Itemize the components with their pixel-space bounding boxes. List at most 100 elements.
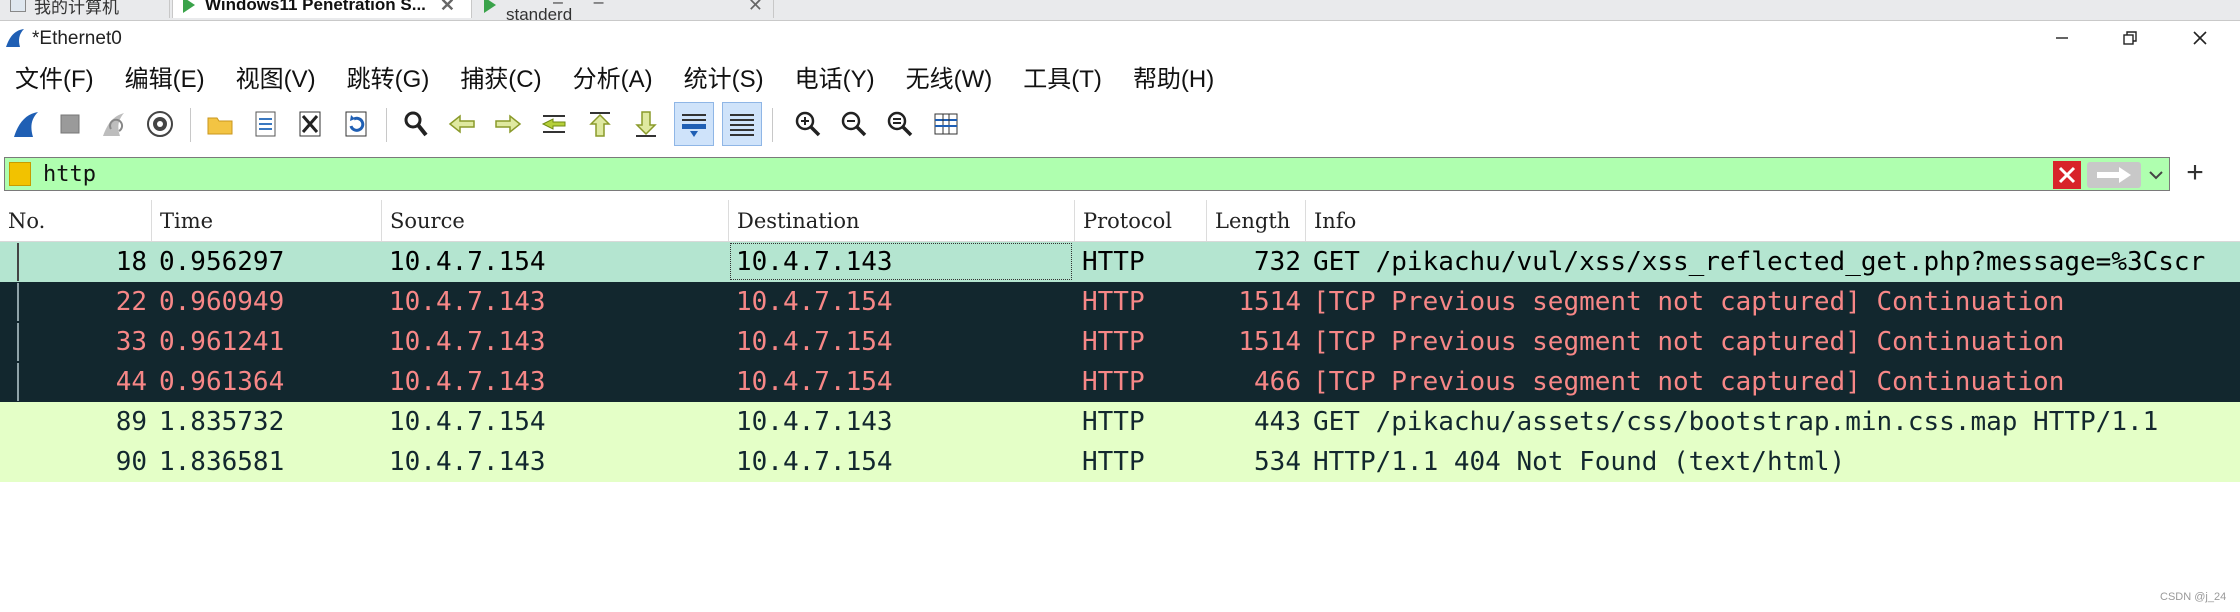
focused-cell-outline — [730, 243, 1072, 280]
go-first-packet-button[interactable] — [580, 102, 620, 146]
menu-help[interactable]: 帮助(H) — [1118, 59, 1230, 94]
restore-button[interactable] — [2100, 21, 2160, 55]
column-header-length[interactable]: Length — [1207, 200, 1306, 241]
reload-file-button[interactable] — [336, 102, 376, 146]
go-forward-button[interactable] — [488, 102, 528, 146]
menu-telephony[interactable]: 电话(Y) — [780, 59, 891, 94]
vm-tab-label: Windows11 Penetration S... — [205, 0, 426, 14]
column-header-source[interactable]: Source — [382, 200, 729, 241]
close-tab-icon[interactable]: ✕ — [748, 0, 763, 16]
filter-history-dropdown[interactable] — [2145, 162, 2167, 188]
vm-running-icon — [183, 0, 195, 13]
chevron-down-icon — [2149, 171, 2163, 180]
packet-info: HTTP/1.1 404 Not Found (text/html) — [1313, 447, 1846, 477]
packet-time: 1.835732 — [159, 407, 285, 437]
column-header-no[interactable]: No. — [0, 200, 152, 241]
zoom-out-icon — [841, 111, 867, 137]
packet-source: 10.4.7.143 — [389, 367, 546, 397]
zoom-normal-button[interactable] — [880, 102, 920, 146]
packet-time: 0.960949 — [159, 287, 285, 317]
column-header-time[interactable]: Time — [152, 200, 382, 241]
menu-view[interactable]: 视图(V) — [221, 59, 332, 94]
menu-bar: 文件(F) 编辑(E) 视图(V) 跳转(G) 捕获(C) 分析(A) 统计(S… — [0, 56, 2240, 96]
autoscroll-icon — [682, 114, 706, 137]
related-packet-marker — [17, 363, 19, 401]
packet-number: 18 — [115, 247, 147, 277]
colorize-toggle[interactable] — [722, 102, 762, 146]
display-filter-input[interactable] — [43, 160, 2033, 188]
find-packet-button[interactable] — [396, 102, 436, 146]
close-file-button[interactable] — [290, 102, 330, 146]
reload-file-icon — [345, 111, 367, 137]
close-tab-icon[interactable]: ✕ — [440, 0, 455, 16]
packet-length: 732 — [1254, 247, 1301, 277]
menu-tools[interactable]: 工具(T) — [1008, 59, 1118, 94]
minimize-button[interactable] — [2032, 21, 2092, 55]
close-icon — [2193, 31, 2207, 45]
menu-wireless[interactable]: 无线(W) — [891, 59, 1009, 94]
column-header-protocol[interactable]: Protocol — [1075, 200, 1207, 241]
capture-options-button[interactable] — [140, 102, 180, 146]
packet-row[interactable]: 89 1.835732 10.4.7.154 10.4.7.143 HTTP 443 GET… — [0, 402, 2240, 442]
go-back-button[interactable] — [442, 102, 482, 146]
start-capture-button[interactable] — [6, 102, 46, 146]
menu-capture[interactable]: 捕获(C) — [445, 59, 557, 94]
packet-source: 10.4.7.143 — [389, 447, 546, 477]
restart-capture-button[interactable] — [94, 102, 134, 146]
packet-protocol: HTTP — [1082, 247, 1145, 277]
zoom-out-button[interactable] — [834, 102, 874, 146]
display-filter-bar — [4, 157, 2170, 191]
vm-tab-windows11[interactable]: Windows11 Penetration S... ✕ — [172, 0, 472, 18]
vm-tab-strip: 我的计算机 Windows11 Penetration S... ✕ serve… — [0, 0, 2240, 21]
packet-list-header: No. Time Source Destination Protocol Len… — [0, 200, 2240, 242]
menu-file[interactable]: 文件(F) — [0, 59, 110, 94]
packet-protocol: HTTP — [1082, 287, 1145, 317]
save-file-icon — [255, 111, 276, 137]
main-toolbar — [0, 98, 2240, 154]
resize-columns-icon — [934, 113, 958, 135]
vm-tab-label: 我的计算机 — [34, 0, 119, 17]
packet-info: GET /pikachu/assets/css/bootstrap.min.cs… — [1313, 407, 2159, 437]
go-forward-icon — [495, 114, 522, 134]
packet-row[interactable]: 33 0.961241 10.4.7.143 10.4.7.154 HTTP 1514 [T… — [0, 322, 2240, 362]
packet-row[interactable]: 90 1.836581 10.4.7.143 10.4.7.154 HTTP 534 HTT… — [0, 442, 2240, 482]
go-to-packet-button[interactable] — [534, 102, 574, 146]
toolbar-separator — [772, 108, 773, 142]
toolbar-separator — [386, 108, 387, 142]
zoom-normal-icon — [887, 111, 913, 137]
related-packet-marker — [17, 323, 19, 361]
menu-statistics[interactable]: 统计(S) — [669, 59, 780, 94]
zoom-in-button[interactable] — [788, 102, 828, 146]
wireshark-app-icon — [6, 29, 24, 47]
packet-row[interactable]: 22 0.960949 10.4.7.143 10.4.7.154 HTTP 1514 [T… — [0, 282, 2240, 322]
filter-bookmark-icon[interactable] — [9, 162, 31, 186]
clear-filter-button[interactable] — [2053, 161, 2081, 189]
computer-icon — [10, 0, 26, 12]
colorize-icon — [730, 114, 754, 136]
packet-source: 10.4.7.154 — [389, 407, 546, 437]
vm-running-icon — [484, 0, 496, 13]
vm-tab-server-web[interactable]: server_web_win-2016-standerd ✕ — [474, 0, 774, 20]
column-header-info[interactable]: Info — [1306, 200, 2240, 241]
add-filter-button[interactable]: + — [2180, 156, 2210, 190]
menu-go[interactable]: 跳转(G) — [332, 59, 446, 94]
apply-filter-button[interactable] — [2087, 162, 2141, 188]
vm-tab-my-computer[interactable]: 我的计算机 — [0, 0, 170, 18]
open-file-button[interactable] — [200, 102, 240, 146]
close-button[interactable] — [2170, 21, 2230, 55]
packet-row[interactable]: 18 0.956297 10.4.7.154 10.4.7.143 HTTP 732 GET… — [0, 242, 2240, 282]
menu-analyze[interactable]: 分析(A) — [558, 59, 669, 94]
packet-destination: 10.4.7.143 — [736, 407, 893, 437]
save-file-button[interactable] — [245, 102, 285, 146]
stop-capture-button[interactable] — [50, 102, 90, 146]
go-last-packet-button[interactable] — [626, 102, 666, 146]
resize-columns-button[interactable] — [926, 102, 966, 146]
packet-source: 10.4.7.143 — [389, 287, 546, 317]
packet-row[interactable]: 44 0.961364 10.4.7.143 10.4.7.154 HTTP 466 [TC… — [0, 362, 2240, 402]
close-file-icon — [299, 111, 321, 137]
column-header-destination[interactable]: Destination — [729, 200, 1075, 241]
packet-protocol: HTTP — [1082, 407, 1145, 437]
autoscroll-toggle[interactable] — [674, 102, 714, 146]
menu-edit[interactable]: 编辑(E) — [110, 59, 221, 94]
watermark-text: CSDN @j_24 — [2160, 591, 2227, 603]
